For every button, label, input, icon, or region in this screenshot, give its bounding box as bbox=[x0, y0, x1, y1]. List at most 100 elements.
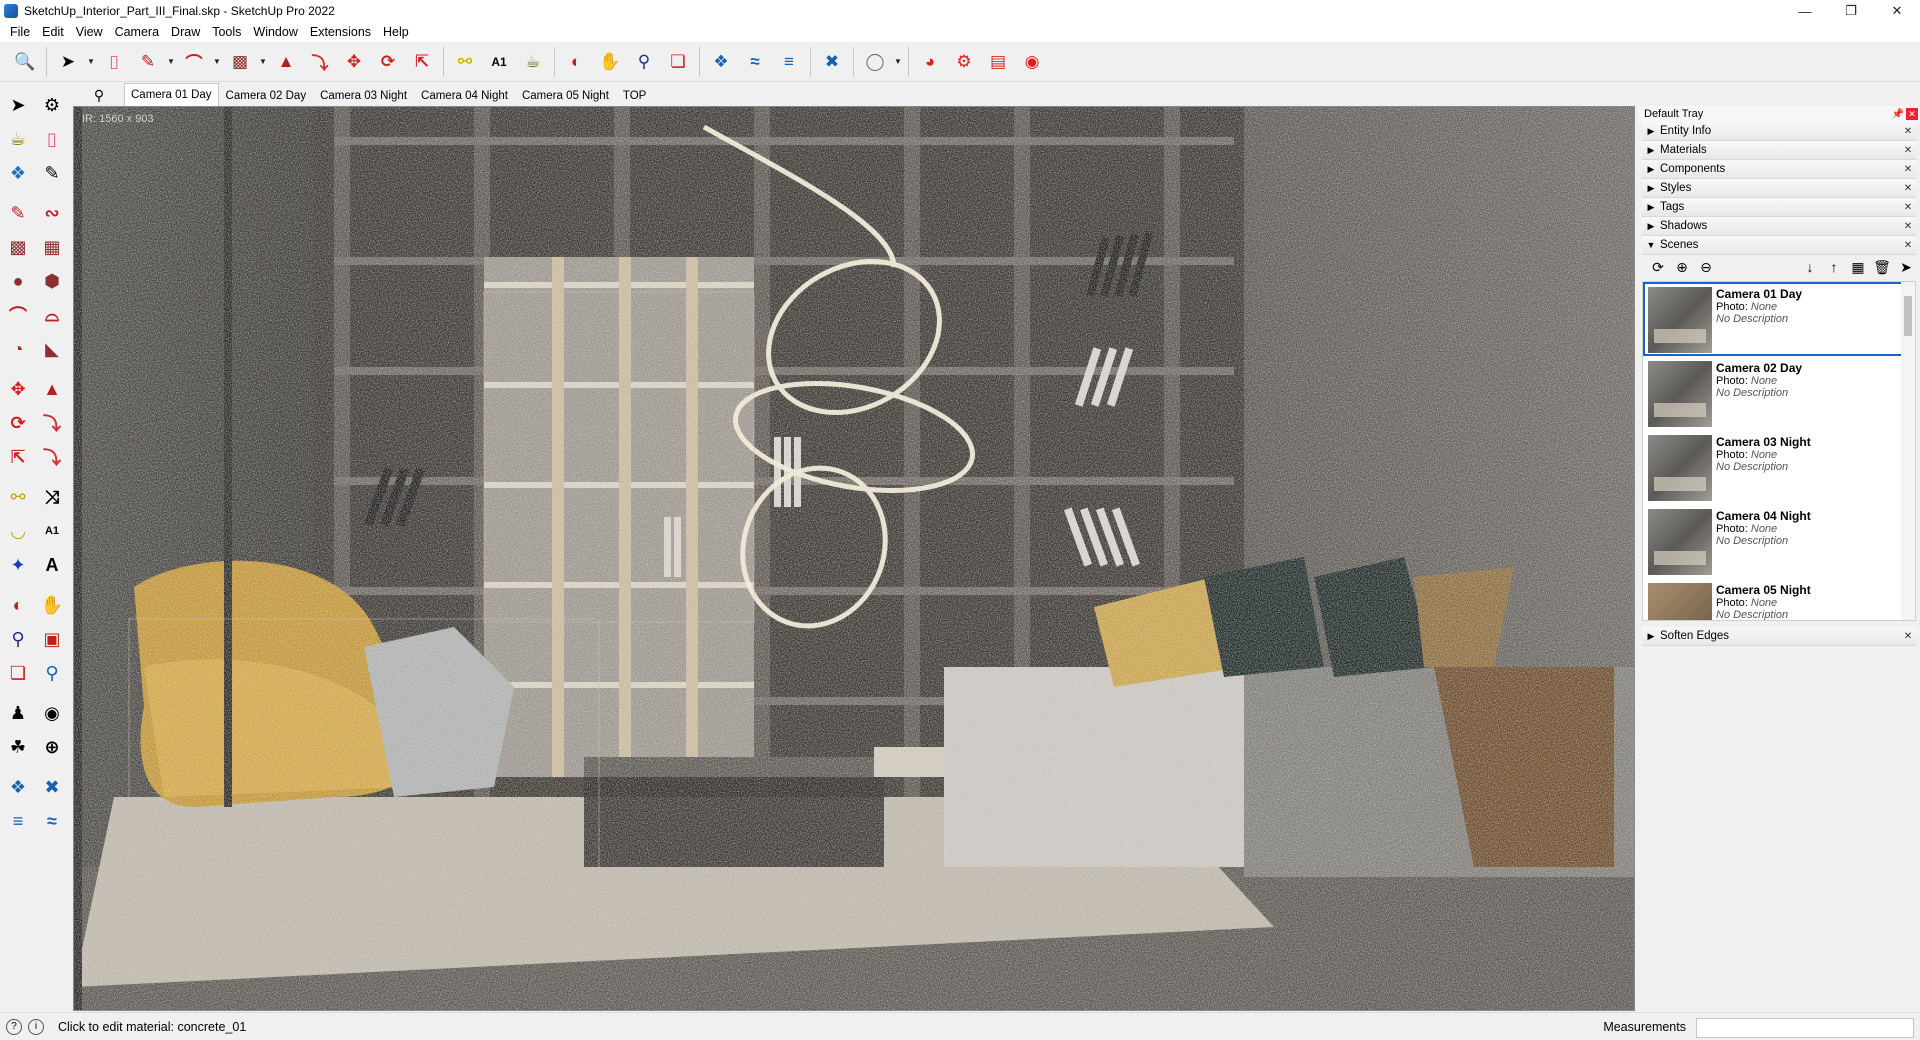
geo-location-icon[interactable]: ? bbox=[6, 1018, 22, 1035]
close-panel-icon[interactable]: ✕ bbox=[1902, 220, 1914, 232]
panel-soften-edges[interactable]: ▶ Soften Edges ✕ bbox=[1642, 627, 1916, 646]
scale-tool[interactable]: ⇱ bbox=[3, 442, 33, 472]
render-button[interactable]: ◕ bbox=[913, 45, 947, 79]
sandbox-button[interactable]: ❖ bbox=[704, 45, 738, 79]
minimize-button[interactable]: — bbox=[1782, 0, 1828, 22]
3d-text-tool[interactable]: A bbox=[37, 550, 67, 580]
protractor-tool[interactable]: ◡ bbox=[3, 516, 33, 546]
zoom-extents-button[interactable]: ❏ bbox=[661, 45, 695, 79]
orbit-tool[interactable]: ⚙ bbox=[37, 90, 67, 120]
close-panel-icon[interactable]: ✕ bbox=[1902, 239, 1914, 251]
scene-item[interactable]: Camera 01 Day Photo: None No Description bbox=[1643, 282, 1915, 356]
polygon-tool[interactable]: ⬢ bbox=[37, 266, 67, 296]
info-icon[interactable]: i bbox=[28, 1018, 44, 1035]
two-point-arc-tool[interactable]: ⌓ bbox=[37, 300, 67, 330]
tab-camera-01-day[interactable]: Camera 01 Day bbox=[124, 83, 219, 106]
scene-item[interactable]: Camera 02 Day Photo: None No Description bbox=[1643, 356, 1915, 430]
tab-camera-02-day[interactable]: Camera 02 Day bbox=[219, 85, 314, 106]
component-tool[interactable]: ❖ bbox=[3, 158, 33, 188]
menu-tools[interactable]: Tools bbox=[206, 25, 247, 39]
scene-search-button[interactable]: ⚲ bbox=[74, 84, 124, 106]
eraser-tool[interactable]: ▯ bbox=[37, 124, 67, 154]
tab-camera-04-night[interactable]: Camera 04 Night bbox=[414, 85, 515, 106]
line-tool[interactable]: ✎ bbox=[3, 198, 33, 228]
panel-entity-info[interactable]: ▶ Entity Info ✕ bbox=[1642, 122, 1916, 141]
follow-me-button[interactable]: ⤵ bbox=[303, 45, 337, 79]
menu-edit[interactable]: Edit bbox=[36, 25, 70, 39]
previous-view-tool[interactable]: ⚲ bbox=[37, 658, 67, 688]
close-panel-icon[interactable]: ✕ bbox=[1902, 125, 1914, 137]
delete-scene-button[interactable]: 🗑 bbox=[1872, 257, 1892, 277]
follow-me-tool[interactable]: ⤵ bbox=[37, 408, 67, 438]
arc-dropdown[interactable]: ▼ bbox=[211, 45, 223, 79]
paint-bucket-button[interactable]: ☕ bbox=[516, 45, 550, 79]
drape-button[interactable]: ≡ bbox=[772, 45, 806, 79]
scenes-scrollbar[interactable] bbox=[1901, 282, 1915, 620]
menu-camera[interactable]: Camera bbox=[109, 25, 165, 39]
eraser-button[interactable]: ▯ bbox=[97, 45, 131, 79]
rotated-rectangle-tool[interactable]: ▦ bbox=[37, 232, 67, 262]
panel-tags[interactable]: ▶ Tags ✕ bbox=[1642, 198, 1916, 217]
rectangle-dropdown[interactable]: ▼ bbox=[257, 45, 269, 79]
menu-draw[interactable]: Draw bbox=[165, 25, 206, 39]
scene-item[interactable]: Camera 04 Night Photo: None No Descripti… bbox=[1643, 504, 1915, 578]
panel-materials[interactable]: ▶ Materials ✕ bbox=[1642, 141, 1916, 160]
position-camera-tool[interactable]: ♟ bbox=[3, 698, 33, 728]
rectangle-tool[interactable]: ▩ bbox=[3, 232, 33, 262]
measurements-input[interactable] bbox=[1696, 1018, 1914, 1038]
scene-item[interactable]: Camera 05 Night Photo: None No Descripti… bbox=[1643, 578, 1915, 620]
tape-measure-button[interactable]: ⚯ bbox=[448, 45, 482, 79]
panel-shadows[interactable]: ▶ Shadows ✕ bbox=[1642, 217, 1916, 236]
smoove-tool[interactable]: ≈ bbox=[37, 806, 67, 836]
open-folder-button[interactable]: ▤ bbox=[981, 45, 1015, 79]
details-toggle-button[interactable]: ➤ bbox=[1896, 257, 1916, 277]
rectangle-button[interactable]: ▩ bbox=[223, 45, 257, 79]
move-button[interactable]: ✥ bbox=[337, 45, 371, 79]
tab-camera-05-night[interactable]: Camera 05 Night bbox=[515, 85, 616, 106]
move-tool[interactable]: ✥ bbox=[3, 374, 33, 404]
offset-tool[interactable]: ⤵ bbox=[37, 442, 67, 472]
close-panel-icon[interactable]: ✕ bbox=[1902, 630, 1914, 642]
menu-window[interactable]: Window bbox=[247, 25, 303, 39]
circle-tool[interactable]: ● bbox=[3, 266, 33, 296]
move-scene-up-button[interactable]: ↑ bbox=[1824, 257, 1844, 277]
panel-scenes[interactable]: ▼ Scenes ✕ bbox=[1642, 236, 1916, 255]
select-tool[interactable]: ➤ bbox=[3, 90, 33, 120]
drape-tool[interactable]: ≡ bbox=[3, 806, 33, 836]
zoom-window-button[interactable]: 🔍 bbox=[8, 45, 42, 79]
tape-measure-tool[interactable]: ⚯ bbox=[3, 482, 33, 512]
stamp-tool[interactable]: ✖ bbox=[37, 772, 67, 802]
select-button[interactable]: ➤ bbox=[51, 45, 85, 79]
orbit-nav-tool[interactable]: ◐ bbox=[3, 590, 33, 620]
close-panel-icon[interactable]: ✕ bbox=[1902, 182, 1914, 194]
arc-button[interactable]: ⌒ bbox=[177, 45, 211, 79]
rotate-tool[interactable]: ⟳ bbox=[3, 408, 33, 438]
text-tool[interactable]: A1 bbox=[37, 516, 67, 546]
close-panel-icon[interactable]: ✕ bbox=[1902, 144, 1914, 156]
scale-button[interactable]: ⇱ bbox=[405, 45, 439, 79]
freehand-tool[interactable]: ∾ bbox=[37, 198, 67, 228]
section-plane-button[interactable]: ✖ bbox=[815, 45, 849, 79]
zoom-window-tool[interactable]: ▣ bbox=[37, 624, 67, 654]
move-scene-down-button[interactable]: ↓ bbox=[1800, 257, 1820, 277]
close-panel-icon[interactable]: ✕ bbox=[1902, 163, 1914, 175]
pan-button[interactable]: ✋ bbox=[593, 45, 627, 79]
model-viewport[interactable]: IR: 1560 x 903 bbox=[73, 106, 1635, 1011]
warehouse-dropdown[interactable]: ▼ bbox=[892, 45, 904, 79]
pencil-dropdown[interactable]: ▼ bbox=[165, 45, 177, 79]
maximize-button[interactable]: ❐ bbox=[1828, 0, 1874, 22]
view-options-button[interactable]: ▦ bbox=[1848, 257, 1868, 277]
look-around-tool[interactable]: ◉ bbox=[37, 698, 67, 728]
pie-tool[interactable]: ◔ bbox=[3, 334, 33, 364]
pan-tool[interactable]: ✋ bbox=[37, 590, 67, 620]
push-pull-button[interactable]: ▲ bbox=[269, 45, 303, 79]
panel-components[interactable]: ▶ Components ✕ bbox=[1642, 160, 1916, 179]
remove-scene-button[interactable]: ⊖ bbox=[1696, 257, 1716, 277]
update-scene-button[interactable]: ⟳ bbox=[1648, 257, 1668, 277]
section-plane-tool[interactable]: ⊕ bbox=[37, 732, 67, 762]
menu-help[interactable]: Help bbox=[377, 25, 415, 39]
stamp-button[interactable]: ≈ bbox=[738, 45, 772, 79]
arc-tool[interactable]: ⌒ bbox=[3, 300, 33, 330]
close-panel-icon[interactable]: ✕ bbox=[1902, 201, 1914, 213]
walk-tool[interactable]: ☘ bbox=[3, 732, 33, 762]
